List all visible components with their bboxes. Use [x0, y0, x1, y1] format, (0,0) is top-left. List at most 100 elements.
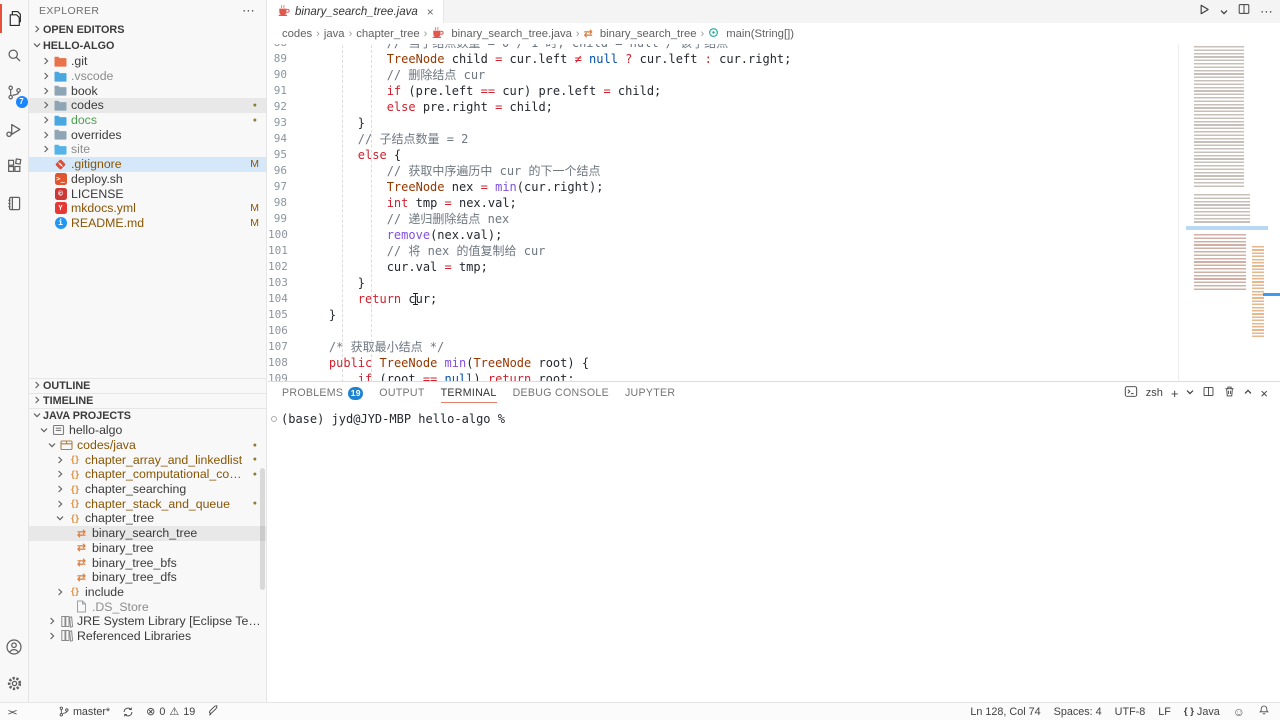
- panel-tab-problems[interactable]: PROBLEMS19: [282, 382, 363, 404]
- minimap[interactable]: [1186, 46, 1268, 326]
- split-editor-icon[interactable]: [1237, 2, 1251, 21]
- maximize-panel-icon[interactable]: [1244, 387, 1252, 399]
- chevron-right-icon[interactable]: [39, 87, 52, 95]
- explorer-more-icon[interactable]: ⋯: [242, 3, 256, 19]
- file-row[interactable]: ©LICENSE: [29, 186, 266, 201]
- sidebar-scrollbar[interactable]: [260, 468, 265, 590]
- run-button[interactable]: [1196, 2, 1211, 22]
- settings-gear-icon[interactable]: [0, 665, 29, 702]
- code-line[interactable]: 99 // 递归删除结点 nex: [268, 211, 1178, 227]
- file-row[interactable]: { }chapter_tree: [29, 511, 266, 526]
- folder-row[interactable]: book: [29, 83, 266, 98]
- chevron-down-icon[interactable]: [37, 426, 50, 434]
- code-line[interactable]: 107 /* 获取最小结点 */: [268, 339, 1178, 355]
- tab-close-icon[interactable]: ×: [427, 5, 434, 19]
- notebook-icon[interactable]: [0, 185, 29, 222]
- folder-row[interactable]: docs●: [29, 113, 266, 128]
- code-line[interactable]: 100 remove(nex.val);: [268, 227, 1178, 243]
- language-mode[interactable]: { } Java: [1184, 706, 1220, 718]
- extensions-icon[interactable]: [0, 148, 29, 185]
- file-row[interactable]: { }include: [29, 585, 266, 600]
- code-line[interactable]: 91 if (pre.left == cur) pre.left = child…: [268, 83, 1178, 99]
- code-line[interactable]: 88 // 当子结点数量 = 0 / 1 时, child = null / 该…: [268, 44, 1178, 51]
- chevron-down-icon[interactable]: [53, 514, 66, 522]
- eol-sequence[interactable]: LF: [1158, 706, 1171, 718]
- chevron-right-icon[interactable]: [53, 500, 66, 508]
- folder-row[interactable]: site: [29, 142, 266, 157]
- code-line[interactable]: 108 public TreeNode min(TreeNode root) {: [268, 355, 1178, 371]
- panel-tab-debug-console[interactable]: DEBUG CONSOLE: [513, 382, 609, 404]
- split-terminal-icon[interactable]: [1202, 385, 1215, 401]
- timeline-header[interactable]: TIMELINE: [29, 393, 266, 408]
- file-row[interactable]: >_deploy.sh: [29, 172, 266, 187]
- terminal[interactable]: (base) jyd@JYD-MBP hello-algo %: [268, 404, 1280, 426]
- file-row[interactable]: { }chapter_computational_complexity●: [29, 467, 266, 482]
- code-line[interactable]: 97 TreeNode nex = min(cur.right);: [268, 179, 1178, 195]
- code-line[interactable]: 102 cur.val = tmp;: [268, 259, 1178, 275]
- file-row[interactable]: hello-algo: [29, 423, 266, 438]
- launch-rocket-icon[interactable]: [207, 704, 220, 720]
- cursor-position[interactable]: Ln 128, Col 74: [970, 706, 1040, 718]
- code-line[interactable]: 96 // 获取中序遍历中 cur 的下一个结点: [268, 163, 1178, 179]
- panel-tab-output[interactable]: OUTPUT: [379, 382, 424, 404]
- chevron-right-icon[interactable]: [39, 145, 52, 153]
- file-row[interactable]: ⇄binary_tree_dfs: [29, 570, 266, 585]
- root-folder-header[interactable]: HELLO-ALGO: [29, 38, 266, 54]
- code-line[interactable]: 94 // 子结点数量 = 2: [268, 131, 1178, 147]
- new-terminal-icon[interactable]: +: [1171, 386, 1179, 401]
- code-editor[interactable]: 88 // 当子结点数量 = 0 / 1 时, child = null / 该…: [268, 44, 1178, 381]
- file-row[interactable]: ⇄binary_search_tree: [29, 526, 266, 541]
- chevron-right-icon[interactable]: [45, 632, 58, 640]
- panel-tab-terminal[interactable]: TERMINAL: [441, 382, 497, 404]
- chevron-right-icon[interactable]: [53, 470, 66, 478]
- chevron-right-icon[interactable]: [39, 57, 52, 65]
- outline-header[interactable]: OUTLINE: [29, 378, 266, 393]
- file-row[interactable]: .DS_Store: [29, 599, 266, 614]
- file-row[interactable]: Referenced Libraries: [29, 629, 266, 644]
- chevron-right-icon[interactable]: [39, 116, 52, 124]
- file-row[interactable]: iREADME.mdM: [29, 216, 266, 231]
- notifications-bell-icon[interactable]: [1258, 704, 1270, 720]
- chevron-right-icon[interactable]: [45, 617, 58, 625]
- folder-row[interactable]: .vscode: [29, 69, 266, 84]
- file-row[interactable]: JRE System Library [Eclipse Temurin 17 […: [29, 614, 266, 629]
- file-row[interactable]: ⇄binary_tree: [29, 541, 266, 556]
- file-row[interactable]: { }chapter_searching: [29, 482, 266, 497]
- terminal-dropdown-icon[interactable]: [1186, 387, 1194, 399]
- search-icon[interactable]: [0, 37, 29, 74]
- file-row[interactable]: { }chapter_array_and_linkedlist●: [29, 452, 266, 467]
- file-row[interactable]: ⇄binary_tree_bfs: [29, 555, 266, 570]
- chevron-down-icon[interactable]: [45, 441, 58, 449]
- folder-row[interactable]: .git: [29, 54, 266, 69]
- feedback-smiley-icon[interactable]: ☺: [1233, 705, 1245, 719]
- tab-binary-search-tree[interactable]: binary_search_tree.java ×: [268, 0, 444, 23]
- source-control-icon[interactable]: 7: [0, 74, 29, 111]
- chevron-right-icon[interactable]: [39, 131, 52, 139]
- code-line[interactable]: 98 int tmp = nex.val;: [268, 195, 1178, 211]
- folder-row[interactable]: overrides: [29, 127, 266, 142]
- file-row[interactable]: codes/java●: [29, 438, 266, 453]
- folder-row[interactable]: codes●: [29, 98, 266, 113]
- problems-indicator[interactable]: ⊗ 0 ⚠ 19: [146, 705, 195, 718]
- panel-tab-jupyter[interactable]: JUPYTER: [625, 382, 675, 404]
- explorer-icon[interactable]: [0, 0, 29, 37]
- run-debug-icon[interactable]: [0, 111, 29, 148]
- code-line[interactable]: 93 }: [268, 115, 1178, 131]
- breadcrumb-item[interactable]: chapter_tree: [356, 28, 419, 40]
- accounts-icon[interactable]: [0, 628, 29, 665]
- kill-terminal-icon[interactable]: [1223, 385, 1236, 401]
- breadcrumb-item[interactable]: main(String[]): [708, 27, 794, 41]
- code-line[interactable]: 105 }: [268, 307, 1178, 323]
- code-line[interactable]: 95 else {: [268, 147, 1178, 163]
- open-editors-header[interactable]: OPEN EDITORS: [29, 22, 266, 38]
- indentation[interactable]: Spaces: 4: [1054, 706, 1102, 718]
- code-line[interactable]: 90 // 删除结点 cur: [268, 67, 1178, 83]
- close-panel-icon[interactable]: ×: [1260, 386, 1268, 401]
- encoding[interactable]: UTF-8: [1115, 706, 1146, 718]
- breadcrumb-item[interactable]: binary_search_tree.java: [431, 26, 572, 42]
- chevron-right-icon[interactable]: [53, 485, 66, 493]
- file-row[interactable]: { }chapter_stack_and_queue●: [29, 496, 266, 511]
- code-line[interactable]: 109 if (root == null) return root;: [268, 371, 1178, 381]
- run-dropdown-icon[interactable]: [1220, 3, 1228, 21]
- chevron-right-icon[interactable]: [39, 101, 52, 109]
